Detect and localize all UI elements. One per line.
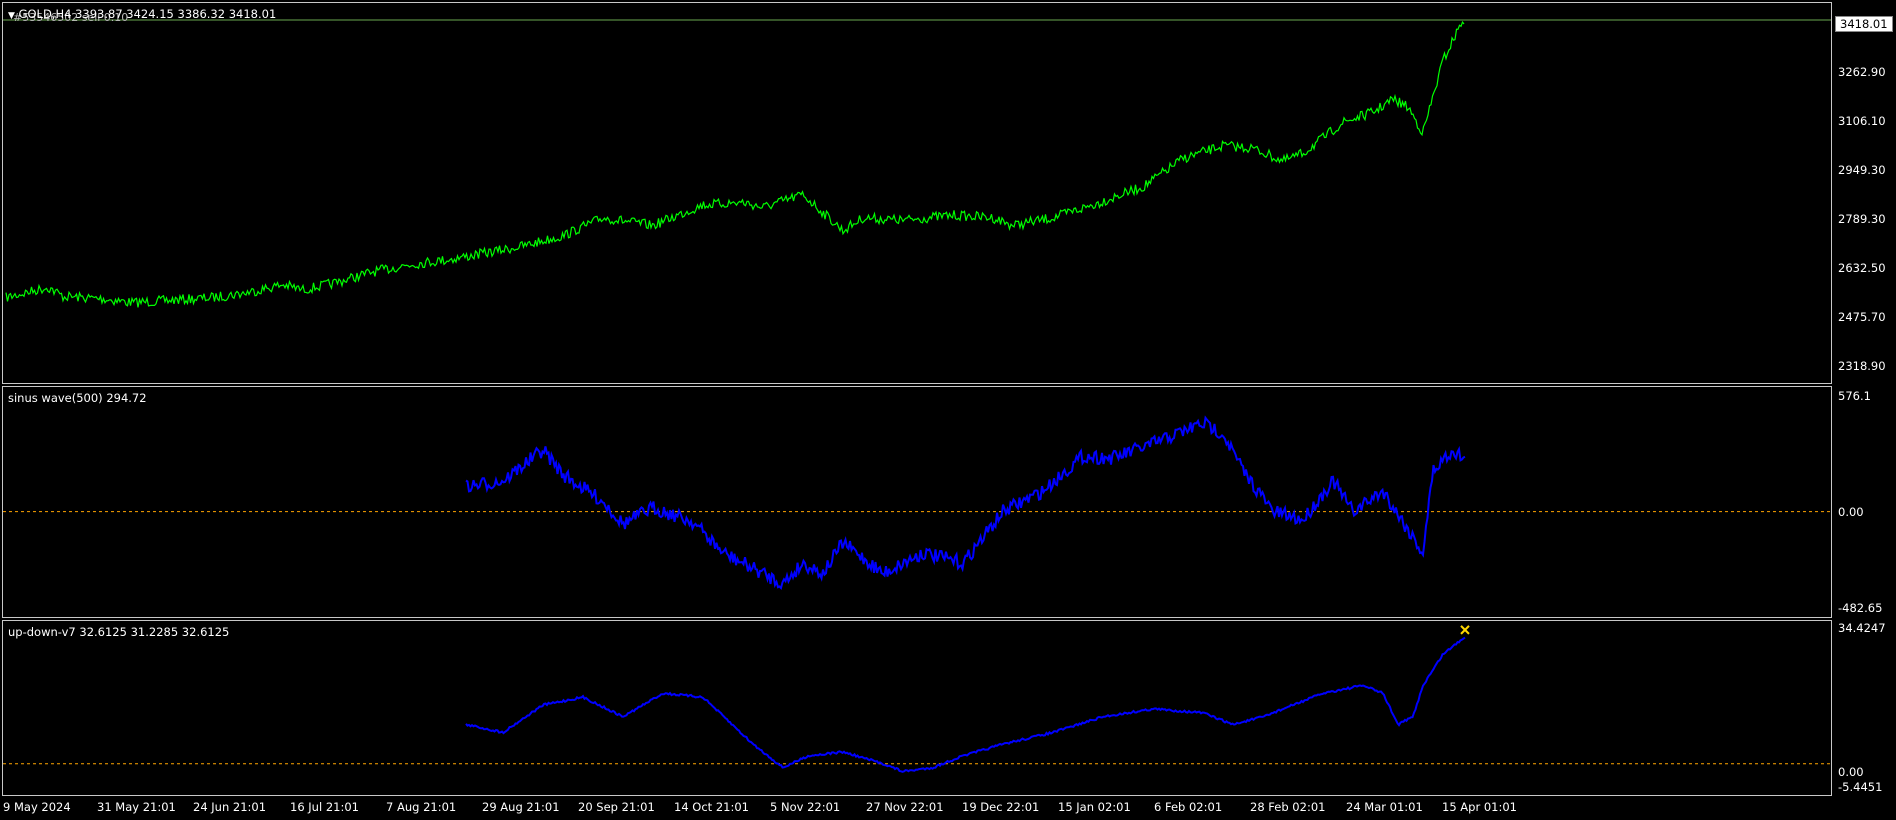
time-tick: 20 Sep 21:01 <box>578 800 655 814</box>
time-tick: 24 Mar 01:01 <box>1346 800 1423 814</box>
price-tick: 2949.30 <box>1838 163 1886 177</box>
price-axis[interactable]: 3418.01 3262.90 3106.10 2949.30 2789.30 … <box>1834 2 1896 384</box>
price-tick: 3106.10 <box>1838 114 1886 128</box>
time-axis[interactable]: 9 May 2024 31 May 21:01 24 Jun 21:01 16 Jul… <box>0 798 1896 820</box>
up-down-title: up-down-v7 32.6125 31.2285 32.6125 <box>8 625 230 639</box>
time-tick: 9 May 2024 <box>3 800 71 814</box>
price-tick: 2475.70 <box>1838 310 1886 324</box>
sinus-wave-title: sinus wave(500) 294.72 <box>8 391 147 405</box>
triangle-down-icon[interactable]: ▼ <box>8 11 15 21</box>
time-tick: 15 Jan 02:01 <box>1058 800 1131 814</box>
price-tick: 2632.50 <box>1838 261 1886 275</box>
time-tick: 5 Nov 22:01 <box>770 800 841 814</box>
price-line-canvas <box>3 19 1831 308</box>
time-tick: 6 Feb 02:01 <box>1154 800 1223 814</box>
time-tick: 28 Feb 02:01 <box>1250 800 1326 814</box>
sinus-tick-max: 576.1 <box>1838 389 1871 403</box>
up-down-line <box>465 636 1466 773</box>
x-marker-icon <box>1460 625 1470 635</box>
sinus-wave-pane[interactable]: sinus wave(500) 294.72 <box>2 386 1832 618</box>
price-chart-pane[interactable]: #53546502 sell 0.10 ▼ GOLD,H4 3393.87 34… <box>2 2 1832 384</box>
sinus-tick-min: -482.65 <box>1838 601 1883 615</box>
time-tick: 16 Jul 21:01 <box>290 800 359 814</box>
time-tick: 31 May 21:01 <box>97 800 176 814</box>
time-tick: 24 Jun 21:01 <box>193 800 267 814</box>
up-down-pane[interactable]: up-down-v7 32.6125 31.2285 32.6125 <box>2 620 1832 796</box>
sinus-wave-line <box>465 415 1466 590</box>
up-down-axis[interactable]: 34.4247 0.00 -5.4451 <box>1834 620 1896 796</box>
sinus-tick-zero: 0.00 <box>1838 505 1864 519</box>
symbol-ohlc: GOLD,H4 3393.87 3424.15 3386.32 3418.01 <box>18 7 277 21</box>
price-tick: 3262.90 <box>1838 65 1886 79</box>
price-tick: 2789.30 <box>1838 212 1886 226</box>
time-tick: 29 Aug 21:01 <box>482 800 560 814</box>
main-pane-header: ▼ GOLD,H4 3393.87 3424.15 3386.32 3418.0… <box>8 7 276 21</box>
up-down-tick-max: 34.4247 <box>1838 621 1886 635</box>
up-down-canvas <box>3 625 1831 773</box>
last-price-label: 3418.01 <box>1835 16 1893 32</box>
sinus-axis[interactable]: 576.1 0.00 -482.65 <box>1834 386 1896 618</box>
price-tick: 2318.90 <box>1838 359 1886 373</box>
time-tick: 7 Aug 21:01 <box>386 800 457 814</box>
time-tick: 19 Dec 22:01 <box>962 800 1040 814</box>
sinus-wave-canvas <box>3 415 1831 590</box>
time-tick: 27 Nov 22:01 <box>866 800 944 814</box>
up-down-tick-zero: 0.00 <box>1838 765 1864 779</box>
up-down-tick-min: -5.4451 <box>1838 780 1883 794</box>
time-tick: 15 Apr 01:01 <box>1442 800 1517 814</box>
price-series-line <box>5 20 1465 308</box>
time-tick: 14 Oct 21:01 <box>674 800 749 814</box>
